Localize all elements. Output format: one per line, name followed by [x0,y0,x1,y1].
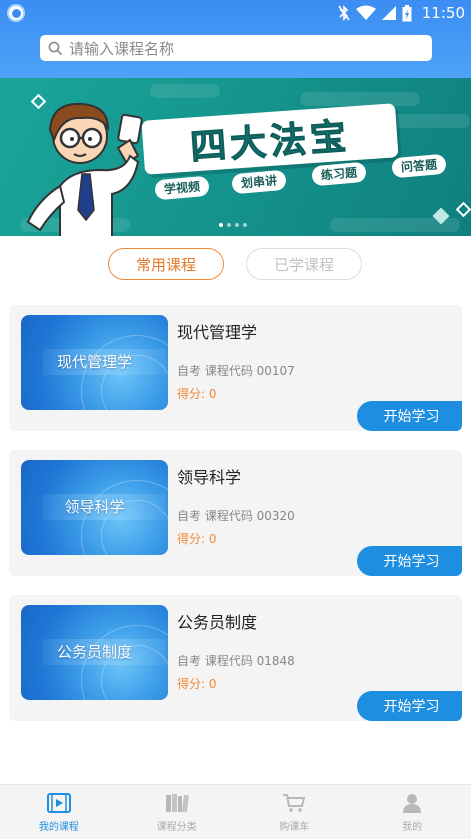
course-card[interactable]: 领导科学 领导科学 自考 课程代码 00320 得分: 0 开始学习 [9,450,462,576]
shopping-cart-icon [283,794,306,812]
search-placeholder: 请输入课程名称 [69,39,175,58]
header: 11:50 请输入课程名称 [0,0,471,78]
banner-pagination[interactable] [219,223,247,227]
nav-label: 我的 [402,822,423,833]
course-thumbnail[interactable]: 领导科学 [21,460,168,555]
search-input[interactable]: 请输入课程名称 [40,35,432,61]
banner-tag: 练习题 [311,161,367,187]
course-code: 自考 课程代码 01848 [177,654,295,668]
app-notification-icon [7,4,25,22]
course-card[interactable]: 现代管理学 现代管理学 自考 课程代码 00107 得分: 0 开始学习 [9,305,462,431]
course-thumbnail-label: 公务员制度 [56,643,132,661]
banner-stripe [300,92,420,106]
course-code: 自考 课程代码 00107 [177,364,295,378]
status-bar: 11:50 [0,0,471,26]
start-learning-button[interactable]: 开始学习 [357,401,462,431]
tab-common-courses[interactable]: 常用课程 [108,248,224,280]
pagination-dot[interactable] [243,223,247,227]
status-time: 11:50 [421,4,465,22]
banner-tag: 问答题 [391,153,447,179]
banner-tag: 划串讲 [231,169,287,195]
pagination-dot[interactable] [219,223,223,227]
course-thumbnail[interactable]: 现代管理学 [21,315,168,410]
bluetooth-off-icon [338,5,350,21]
status-icons: 11:50 [338,3,465,23]
search-icon [48,41,63,55]
course-score: 得分: 0 [177,532,217,546]
nav-label: 购课车 [279,822,310,833]
nav-label: 我的课程 [38,822,79,833]
diamond-icon [455,201,471,218]
course-card[interactable]: 公务员制度 公务员制度 自考 课程代码 01848 得分: 0 开始学习 [9,595,462,721]
course-code: 自考 课程代码 00320 [177,509,295,523]
course-score: 得分: 0 [177,677,217,691]
course-thumbnail-label: 领导科学 [64,498,125,516]
user-icon [403,794,422,813]
tab-learned-courses[interactable]: 已学课程 [246,248,362,280]
pagination-dot[interactable] [235,223,239,227]
signal-icon [381,6,396,20]
pagination-dot[interactable] [227,223,231,227]
nav-my-courses[interactable]: 我的课程 [0,785,118,839]
battery-charging-icon [402,4,412,21]
books-icon [165,794,189,813]
wifi-icon [355,5,376,20]
course-title[interactable]: 公务员制度 [177,609,257,633]
banner-tag: 学视频 [154,175,210,201]
start-learning-button[interactable]: 开始学习 [357,691,462,721]
course-thumbnail[interactable]: 公务员制度 [21,605,168,700]
promo-banner[interactable]: 四大法宝 学视频 划串讲 练习题 问答题 [0,78,471,236]
start-learning-button[interactable]: 开始学习 [357,546,462,576]
banner-title-text: 四大法宝 [188,116,352,169]
nav-label: 课程分类 [156,822,197,833]
course-title[interactable]: 现代管理学 [177,319,257,343]
course-title[interactable]: 领导科学 [177,464,241,488]
course-score: 得分: 0 [177,387,217,401]
bottom-navigation: 我的课程 课程分类 购课车 我的 [0,784,471,839]
nav-course-categories[interactable]: 课程分类 [118,785,236,839]
nav-shopping-cart[interactable]: 购课车 [236,785,354,839]
nav-profile[interactable]: 我的 [353,785,471,839]
video-course-icon [46,793,71,813]
course-thumbnail-label: 现代管理学 [56,353,132,371]
